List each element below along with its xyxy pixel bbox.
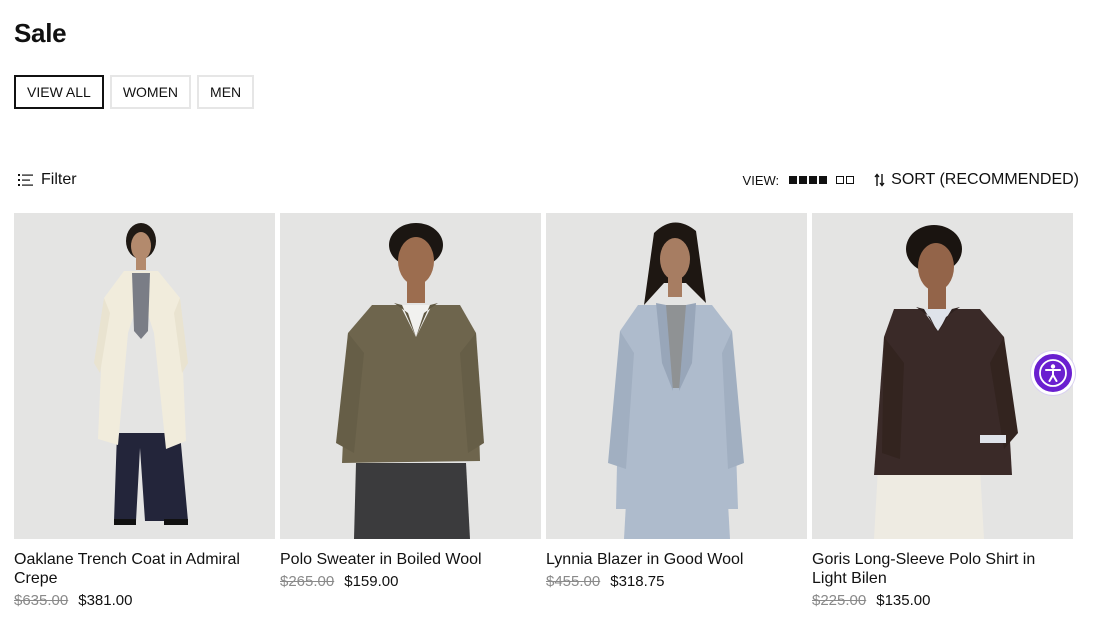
- sale-price: $135.00: [876, 592, 931, 609]
- filter-list-icon: [18, 174, 33, 186]
- sort-label: SORT (RECOMMENDED): [891, 171, 1079, 188]
- original-price: $225.00: [812, 592, 867, 609]
- product-card[interactable]: Goris Long-Sleeve Polo Shirt in Light Bi…: [812, 213, 1073, 609]
- original-price: $265.00: [280, 573, 335, 590]
- view-label: VIEW:: [742, 172, 780, 188]
- tab-women[interactable]: WOMEN: [109, 75, 192, 109]
- filter-label: Filter: [41, 171, 77, 188]
- price-row: $635.00 $381.00: [14, 592, 275, 609]
- price-row: $455.00 $318.75: [546, 573, 807, 590]
- product-card[interactable]: Lynnia Blazer in Good Wool $455.00 $318.…: [546, 213, 807, 609]
- filter-button[interactable]: Filter: [14, 171, 77, 189]
- product-image-trench-coat[interactable]: [14, 213, 275, 539]
- sale-price: $381.00: [78, 592, 133, 609]
- tab-men[interactable]: MEN: [197, 75, 255, 109]
- category-tabs: VIEW ALL WOMEN MEN: [14, 75, 255, 109]
- accessibility-button[interactable]: [1031, 351, 1075, 395]
- product-card[interactable]: Oaklane Trench Coat in Admiral Crepe $63…: [14, 213, 275, 609]
- product-card[interactable]: Polo Sweater in Boiled Wool $265.00 $159…: [280, 213, 541, 609]
- price-row: $225.00 $135.00: [812, 592, 1073, 609]
- sort-button[interactable]: SORT (RECOMMENDED): [874, 171, 1079, 189]
- product-image-polo-sweater[interactable]: [280, 213, 541, 539]
- tab-view-all[interactable]: VIEW ALL: [14, 75, 104, 109]
- toolbar-right: VIEW: SORT (RECOMMENDED): [743, 171, 1079, 189]
- product-name[interactable]: Goris Long-Sleeve Polo Shirt in Light Bi…: [812, 550, 1073, 588]
- grid-two-column-icon[interactable]: [836, 176, 855, 184]
- product-image-blazer[interactable]: [546, 213, 807, 539]
- sale-price: $318.75: [610, 573, 665, 590]
- original-price: $455.00: [546, 573, 601, 590]
- grid-four-column-icon[interactable]: [789, 176, 828, 184]
- sort-arrows-icon: [874, 173, 885, 187]
- product-name[interactable]: Lynnia Blazer in Good Wool: [546, 550, 807, 569]
- accessibility-icon: [1039, 359, 1067, 387]
- sale-price: $159.00: [344, 573, 399, 590]
- product-name[interactable]: Polo Sweater in Boiled Wool: [280, 550, 541, 569]
- page-title: Sale: [14, 18, 67, 48]
- toolbar: Filter VIEW: SORT (RECOMMENDED): [14, 168, 1079, 192]
- product-grid: Oaklane Trench Coat in Admiral Crepe $63…: [14, 213, 1073, 609]
- product-name[interactable]: Oaklane Trench Coat in Admiral Crepe: [14, 550, 275, 588]
- price-row: $265.00 $159.00: [280, 573, 541, 590]
- original-price: $635.00: [14, 592, 69, 609]
